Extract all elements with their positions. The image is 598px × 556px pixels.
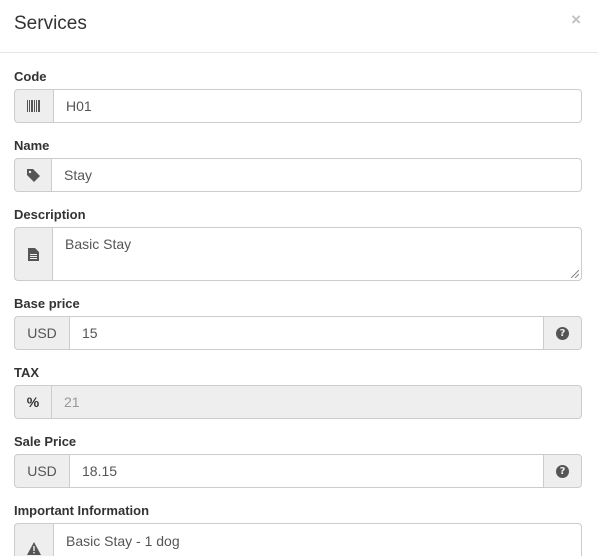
important-information-label: Important Information [14, 503, 150, 518]
important-information-input-group: Basic Stay - 1 dog [14, 523, 582, 556]
question-circle-icon: ? [556, 464, 569, 478]
code-input-group: H01 [14, 89, 582, 123]
modal-title: Services [14, 13, 87, 34]
file-icon [14, 227, 52, 281]
tax-input: 21 [51, 385, 582, 419]
name-label: Name [14, 138, 50, 153]
name-input[interactable]: Stay [51, 158, 582, 192]
sale-price-input[interactable]: 18.15 [69, 454, 544, 488]
close-button[interactable]: × [571, 11, 581, 28]
base-price-label: Base price [14, 296, 80, 311]
tax-input-group: % 21 [14, 385, 582, 419]
sale-price-help-button[interactable]: ? [544, 454, 582, 488]
question-circle-icon: ? [556, 326, 569, 340]
currency-addon: USD [14, 454, 69, 488]
tag-icon [14, 158, 51, 192]
description-label: Description [14, 207, 86, 222]
resize-grip-icon[interactable] [571, 270, 579, 278]
currency-addon: USD [14, 316, 69, 350]
sale-price-label: Sale Price [14, 434, 77, 449]
code-label: Code [14, 69, 47, 84]
description-text: Basic Stay [65, 236, 132, 252]
sale-price-input-group: USD 18.15 ? [14, 454, 582, 488]
code-input[interactable]: H01 [53, 89, 582, 123]
modal-header: Services × [0, 0, 598, 53]
description-input-group: Basic Stay [14, 227, 582, 281]
percent-addon: % [14, 385, 51, 419]
base-price-help-button[interactable]: ? [544, 316, 582, 350]
tax-label: TAX [14, 365, 40, 380]
base-price-input-group: USD 15 ? [14, 316, 582, 350]
description-textarea[interactable]: Basic Stay [52, 227, 582, 281]
important-information-textarea[interactable]: Basic Stay - 1 dog [53, 523, 582, 556]
base-price-input[interactable]: 15 [69, 316, 544, 350]
important-information-text: Basic Stay - 1 dog [66, 533, 180, 549]
barcode-icon [14, 89, 53, 123]
warning-icon [14, 523, 53, 556]
name-input-group: Stay [14, 158, 582, 192]
